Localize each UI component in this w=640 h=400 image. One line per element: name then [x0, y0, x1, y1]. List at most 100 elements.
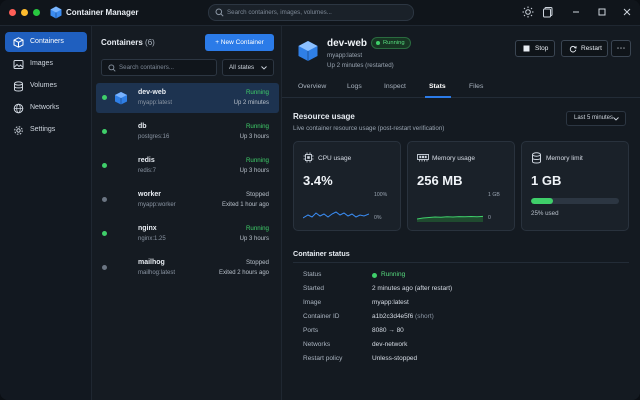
- container-name: dev-web: [138, 89, 167, 96]
- ports-key: Ports: [303, 327, 319, 334]
- container-row-dev-web[interactable]: dev-web myapp:latest Running Up 2 minute…: [96, 83, 279, 113]
- close-icon[interactable]: [621, 6, 633, 18]
- state-filter-select[interactable]: All states: [222, 59, 274, 76]
- container-row-db[interactable]: db postgres:16 Running Up 3 hours: [96, 117, 279, 147]
- search-icon: [108, 64, 116, 72]
- image-value: myapp:latest: [372, 299, 409, 306]
- sidebar-item-images[interactable]: Images: [5, 54, 87, 74]
- memory-limit-value: 1 GB: [531, 173, 562, 188]
- close-window-button[interactable]: [9, 9, 16, 16]
- memory-limit-label: Memory limit: [546, 155, 583, 162]
- memory-sparkline: [417, 215, 483, 222]
- started-row: Started 2 minutes ago (after restart): [293, 285, 629, 299]
- minimize-icon[interactable]: [570, 6, 582, 18]
- networks-row: Networks dev-network: [293, 341, 629, 355]
- container-row-mailhog[interactable]: mailhog mailhog:latest Stopped Exited 2 …: [96, 253, 279, 283]
- restart-icon: [569, 45, 577, 53]
- state-filter-value: All states: [229, 64, 255, 71]
- image-row: Image myapp:latest: [293, 299, 629, 313]
- time-range-select[interactable]: Last 5 minutes: [566, 111, 626, 126]
- sidebar-item-networks[interactable]: Networks: [5, 98, 87, 118]
- tab-logs[interactable]: Logs: [347, 83, 362, 90]
- resource-usage-subtitle: Live container resource usage (post-rest…: [293, 125, 445, 132]
- stop-button[interactable]: Stop: [515, 40, 555, 57]
- container-list-heading: Containers: [101, 38, 143, 47]
- ports-row: Ports 8080 → 80: [293, 327, 629, 341]
- container-list-panel: Containers (6) + New Container Search co…: [92, 26, 282, 400]
- chevron-down-icon: [613, 117, 619, 121]
- tab-overview[interactable]: Overview: [298, 83, 326, 90]
- container-status: Running: [245, 123, 269, 130]
- container-row-worker[interactable]: worker myapp:worker Stopped Exited 1 hou…: [96, 185, 279, 215]
- container-id-note: (short): [415, 313, 434, 320]
- sidebar-item-label: Networks: [30, 104, 60, 111]
- divider: [293, 262, 629, 263]
- restart-policy-value: Unless-stopped: [372, 355, 418, 362]
- image-icon: [13, 60, 24, 69]
- memory-axis-min: 0: [488, 215, 491, 221]
- cpu-usage-card: CPU usage 3.4% 100% 0%: [293, 141, 401, 231]
- container-id-row: Container ID a1b2c3d4e5f6 (short): [293, 313, 629, 327]
- container-id-value: a1b2c3d4e5f6 (short): [372, 313, 434, 320]
- detail-tabs: Overview Logs Inspect Stats Files: [282, 76, 640, 98]
- status-row: Status Running: [293, 271, 629, 285]
- container-image: mailhog:latest: [138, 270, 176, 276]
- minimize-window-button[interactable]: [21, 9, 28, 16]
- status-value: Running: [372, 271, 405, 278]
- cube-icon: [115, 92, 127, 105]
- restart-button[interactable]: Restart: [561, 40, 608, 57]
- theme-toggle-sun-icon[interactable]: [522, 6, 534, 18]
- sidebar-item-label: Containers: [30, 38, 64, 45]
- sidebar: Containers Images Volumes Networks Setti…: [0, 26, 92, 400]
- tab-files[interactable]: Files: [469, 83, 483, 90]
- new-container-button[interactable]: + New Container: [205, 34, 274, 51]
- container-uptime: Up 2 minutes: [233, 100, 269, 106]
- more-options-button[interactable]: ⋯: [611, 40, 631, 57]
- container-image-label: myapp:latest: [327, 52, 363, 59]
- container-name: worker: [138, 191, 161, 198]
- memory-limit-fill: [531, 198, 553, 204]
- maximize-icon[interactable]: [596, 6, 608, 18]
- sidebar-item-volumes[interactable]: Volumes: [5, 76, 87, 96]
- window-layout-icon[interactable]: [542, 6, 554, 18]
- container-list-title: Containers (6): [101, 38, 155, 47]
- container-image: myapp:worker: [138, 202, 176, 208]
- tab-stats[interactable]: Stats: [429, 83, 446, 90]
- status-key: Status: [303, 271, 322, 278]
- cpu-axis-min: 0%: [374, 215, 382, 221]
- container-uptime: Up 3 hours: [239, 134, 269, 140]
- memory-usage-value: 256 MB: [417, 173, 463, 188]
- container-row-nginx[interactable]: nginx nginx:1.25 Running Up 3 hours: [96, 219, 279, 249]
- stop-icon: [523, 45, 530, 52]
- container-detail-panel: dev-web Running myapp:latest Up 2 minute…: [282, 26, 640, 400]
- started-value: 2 minutes ago (after restart): [372, 285, 453, 292]
- container-row-redis[interactable]: redis redis:7 Running Up 3 hours: [96, 151, 279, 181]
- container-search-input[interactable]: Search containers...: [101, 59, 217, 76]
- container-status: Running: [245, 157, 269, 164]
- status-dot: [102, 265, 107, 270]
- restart-policy-row: Restart policy Unless-stopped: [293, 355, 629, 369]
- memory-axis-max: 1 GB: [488, 192, 500, 198]
- container-status-title: Container status: [293, 249, 350, 258]
- app-title: Container Manager: [66, 8, 139, 17]
- cpu-sparkline: [303, 211, 369, 219]
- restart-button-label: Restart: [581, 45, 602, 52]
- container-name: mailhog: [138, 259, 165, 266]
- container-search-placeholder: Search containers...: [119, 64, 175, 71]
- zoom-window-button[interactable]: [33, 9, 40, 16]
- container-image: redis:7: [138, 168, 157, 174]
- container-name: db: [138, 123, 147, 130]
- sidebar-item-label: Settings: [30, 126, 56, 133]
- database-icon: [14, 81, 23, 92]
- global-search-input[interactable]: Search containers, images, volumes...: [208, 4, 414, 21]
- started-key: Started: [303, 285, 324, 292]
- container-status: Stopped: [245, 191, 269, 198]
- status-dot: [102, 163, 107, 168]
- sidebar-item-settings[interactable]: Settings: [5, 120, 87, 140]
- title-bar: Container Manager Search containers, ima…: [0, 0, 640, 26]
- tab-inspect[interactable]: Inspect: [384, 83, 406, 90]
- sidebar-item-containers[interactable]: Containers: [5, 32, 87, 52]
- status-dot: [102, 95, 107, 100]
- memory-limit-bar: [531, 198, 619, 204]
- container-name: redis: [138, 157, 155, 164]
